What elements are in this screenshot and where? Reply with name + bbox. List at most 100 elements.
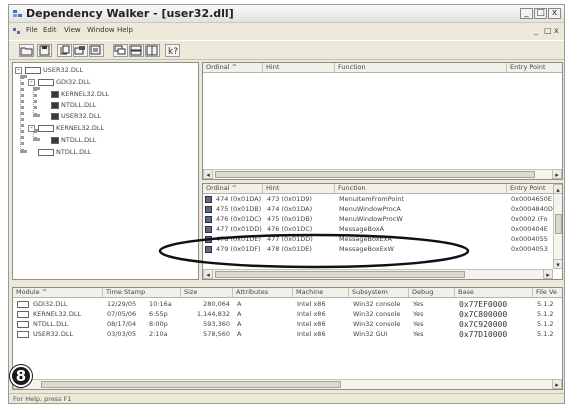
scroll-thumb[interactable] — [41, 381, 341, 388]
cell-ordinal: 478 (0x01DE) — [216, 235, 261, 243]
cell-module: GDI32.DLL — [33, 300, 68, 308]
mdi-restore-button[interactable]: □ — [544, 26, 552, 35]
cell-subsystem: Win32 console — [353, 300, 401, 308]
cell-debug: Yes — [413, 330, 424, 338]
cell-entry-point: 0x0002 (Fo — [511, 215, 548, 223]
cell-base: 0x77EF0000 — [459, 300, 508, 309]
maximize-button[interactable]: □ — [534, 8, 547, 19]
column-header-subsystem[interactable]: Subsystem — [349, 288, 409, 298]
cascade-button[interactable] — [113, 44, 128, 57]
column-header-machine[interactable]: Machine — [293, 288, 349, 298]
tile-horizontal-button[interactable] — [129, 44, 144, 57]
scroll-thumb[interactable] — [555, 214, 562, 234]
close-button[interactable]: x — [548, 8, 561, 19]
module-list-pane[interactable]: Module ^ Time Stamp Size Attributes Mach… — [12, 287, 563, 390]
module-icon — [17, 331, 29, 338]
scroll-right-arrow[interactable]: ▸ — [552, 379, 562, 389]
cell-time: 2:10a — [149, 330, 168, 338]
column-header-function[interactable]: Function — [335, 184, 507, 194]
mdi-close-button[interactable]: x — [554, 26, 559, 35]
cascade-windows-icon — [114, 45, 126, 55]
module-icon — [38, 79, 54, 86]
cell-machine: Intel x86 — [297, 330, 326, 338]
column-header-hint[interactable]: Hint — [263, 184, 335, 194]
column-header-ordinal[interactable]: Ordinal ^ — [203, 184, 263, 194]
horizontal-scrollbar[interactable]: ◂ ▸ — [13, 379, 562, 389]
cell-attributes: A — [237, 310, 242, 318]
column-header-module[interactable]: Module ^ — [13, 288, 103, 298]
vertical-scrollbar[interactable]: ▴ ▾ — [553, 184, 562, 269]
cell-date: 07/05/06 — [107, 310, 137, 318]
copy-button[interactable] — [57, 44, 72, 57]
column-header-debug[interactable]: Debug — [409, 288, 455, 298]
cell-base: 0x7C920000 — [459, 320, 508, 329]
cell-hint: 477 (0x01DD) — [267, 235, 313, 243]
window-title: Dependency Walker - [user32.dll] — [26, 7, 234, 20]
column-header-function[interactable]: Function — [335, 63, 507, 73]
column-header-ordinal[interactable]: Ordinal ^ — [203, 63, 263, 73]
column-header-base[interactable]: Base — [455, 288, 533, 298]
column-header-entry-point[interactable]: Entry Point — [507, 184, 554, 194]
cell-entry-point: 0x0004053 — [511, 245, 548, 253]
cell-file-version: 5.1.2 — [537, 300, 554, 308]
column-header-file-version[interactable]: File Ve — [533, 288, 562, 298]
horizontal-scrollbar[interactable]: ◂ ▸ — [203, 169, 562, 179]
help-button[interactable]: k? — [165, 44, 180, 57]
app-icon — [13, 10, 22, 17]
scroll-left-arrow[interactable]: ◂ — [203, 169, 213, 179]
mdi-minimize-button[interactable]: _ — [534, 26, 538, 35]
module-tree-pane[interactable]: - USER32.DLL - GDI32.DLL KERNEL32.DLL NT… — [12, 62, 199, 280]
scroll-thumb[interactable] — [215, 271, 465, 278]
column-header-hint[interactable]: Hint — [263, 63, 335, 73]
menu-file[interactable]: File — [26, 26, 38, 34]
cell-entry-point: 0x0004055 — [511, 235, 548, 243]
cell-attributes: A — [237, 320, 242, 328]
full-paths-button[interactable] — [73, 44, 88, 57]
title-bar[interactable]: Dependency Walker - [user32.dll] _ □ x — [9, 5, 564, 23]
minimize-button[interactable]: _ — [520, 8, 533, 19]
cell-machine: Intel x86 — [297, 320, 326, 328]
tree-node-label: KERNEL32.DLL — [61, 90, 110, 98]
scroll-right-arrow[interactable]: ▸ — [552, 169, 562, 179]
cell-entry-point: 0x0004840D — [511, 205, 553, 213]
column-header-size[interactable]: Size — [181, 288, 233, 298]
cell-date: 03/03/05 — [107, 330, 137, 338]
menu-view[interactable]: View — [64, 26, 81, 34]
collapse-expander[interactable]: - — [28, 125, 35, 132]
exports-pane[interactable]: Ordinal ^ Hint Function Entry Point 474 … — [202, 183, 563, 280]
status-bar: For Help, press F1 — [9, 393, 564, 403]
copy-icon — [60, 45, 70, 55]
collapse-expander[interactable]: - — [28, 79, 35, 86]
scroll-left-arrow[interactable]: ◂ — [203, 269, 213, 279]
scroll-right-arrow[interactable]: ▸ — [543, 269, 553, 279]
collapse-expander[interactable]: - — [15, 67, 22, 74]
column-header-attributes[interactable]: Attributes — [233, 288, 293, 298]
horizontal-scrollbar[interactable]: ◂ ▸ — [203, 269, 553, 279]
menu-edit[interactable]: Edit — [43, 26, 57, 34]
tree-node-label: NTDLL.DLL — [56, 148, 92, 156]
cell-time: 8:00p — [149, 320, 168, 328]
cell-ordinal: 476 (0x01DC) — [216, 215, 262, 223]
tree-connector — [33, 87, 37, 117]
menu-window[interactable]: Window — [87, 26, 115, 34]
column-header-time-stamp[interactable]: Time Stamp — [103, 288, 181, 298]
cell-module: NTDLL.DLL — [33, 320, 69, 328]
open-button[interactable] — [19, 44, 34, 57]
tile-horizontal-icon — [130, 45, 142, 56]
cell-size: 1,144,832 — [196, 310, 230, 318]
menu-help[interactable]: Help — [117, 26, 133, 34]
step-callout-badge: 8 — [10, 365, 32, 387]
cell-debug: Yes — [413, 310, 424, 318]
scroll-thumb[interactable] — [215, 171, 535, 178]
properties-button[interactable] — [89, 44, 104, 57]
column-header-entry-point[interactable]: Entry Point — [507, 63, 562, 73]
scroll-down-arrow[interactable]: ▾ — [553, 259, 562, 269]
cell-machine: Intel x86 — [297, 300, 326, 308]
parent-imports-pane[interactable]: Ordinal ^ Hint Function Entry Point ◂ ▸ — [202, 62, 563, 180]
module-icon — [51, 91, 59, 98]
scroll-up-arrow[interactable]: ▴ — [553, 184, 562, 194]
cell-attributes: A — [237, 300, 242, 308]
tile-vertical-button[interactable] — [145, 44, 160, 57]
save-button[interactable] — [37, 44, 52, 57]
cell-function: MenuWindowProcA — [339, 205, 401, 213]
